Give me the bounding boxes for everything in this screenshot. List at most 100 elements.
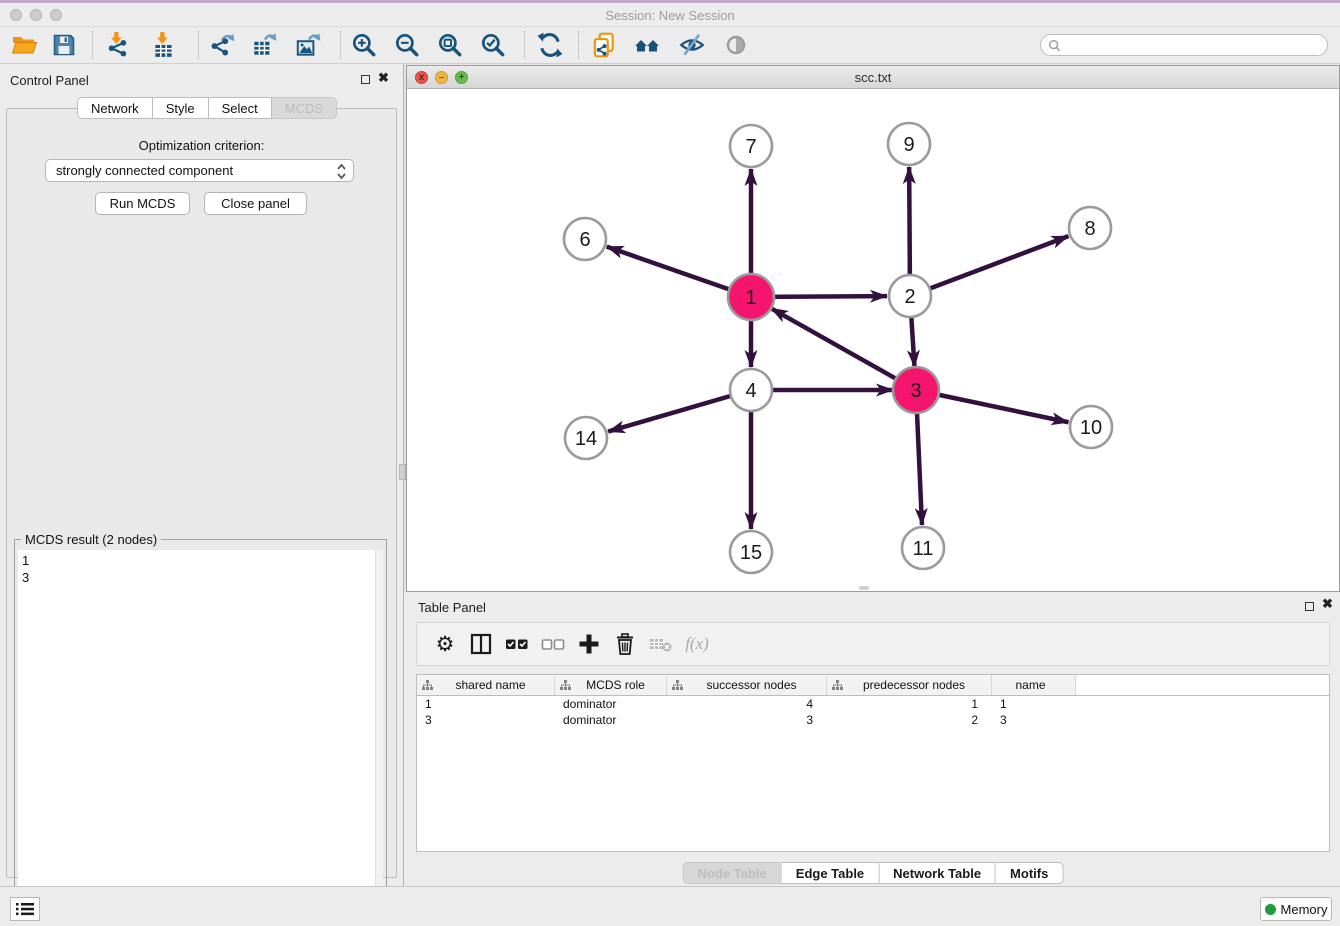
column-header-name[interactable]: name: [992, 675, 1076, 695]
zoom-fit-button[interactable]: [432, 30, 468, 60]
deselect-all-icon: [540, 632, 566, 656]
import-network-button[interactable]: [100, 30, 136, 60]
task-history-button[interactable]: [10, 897, 40, 921]
table-row[interactable]: 1 dominator 4 1 1: [417, 696, 1329, 712]
import-table-icon: [150, 31, 178, 59]
import-table-button[interactable]: [146, 30, 182, 60]
mcds-result-scrollbar[interactable]: [375, 550, 383, 919]
memory-button[interactable]: Memory: [1260, 897, 1332, 921]
memory-status-dot: [1265, 904, 1276, 915]
zoom-selected-button[interactable]: [475, 30, 511, 60]
export-network-icon: [208, 31, 236, 59]
select-all-button[interactable]: [499, 629, 535, 659]
zoom-in-button[interactable]: [346, 30, 382, 60]
fx-icon: f(x): [685, 634, 709, 654]
graph-node-label: 14: [575, 428, 597, 450]
add-column-button[interactable]: [571, 629, 607, 659]
column-header-successor-nodes[interactable]: successor nodes: [667, 675, 827, 695]
control-panel-title: Control Panel: [10, 73, 89, 88]
zoom-selected-icon: [479, 31, 507, 59]
zoom-fit-icon: [436, 31, 464, 59]
session-title: Session: New Session: [0, 8, 1340, 23]
table-settings-button[interactable]: ⚙: [427, 629, 463, 659]
tab-edge-table[interactable]: Edge Table: [782, 862, 879, 884]
eye-button[interactable]: [718, 30, 754, 60]
delete-table-button[interactable]: [643, 629, 679, 659]
graph-node-label: 9: [903, 134, 914, 156]
save-session-button[interactable]: [46, 30, 82, 60]
column-header-predecessor-nodes[interactable]: predecessor nodes: [827, 675, 992, 695]
criterion-dropdown[interactable]: strongly connected component: [45, 159, 354, 182]
export-table-button[interactable]: [246, 30, 282, 60]
graph-node-label: 7: [745, 136, 756, 158]
deselect-all-button[interactable]: [535, 629, 571, 659]
function-builder-button[interactable]: f(x): [679, 629, 715, 659]
network-window: x – + scc.txt 7968124314101511: [406, 65, 1340, 592]
control-panel-close-button[interactable]: ✖: [378, 70, 389, 86]
home-layout-icon: [633, 32, 663, 58]
mcds-result-list[interactable]: 1 3: [18, 550, 375, 919]
mcds-result-line: 3: [22, 569, 375, 586]
table-panel-float-button[interactable]: [1305, 602, 1314, 611]
graph-node-label: 2: [904, 286, 915, 308]
clone-network-button[interactable]: [586, 30, 622, 60]
network-title: scc.txt: [407, 70, 1339, 85]
tab-motifs[interactable]: Motifs: [996, 862, 1063, 884]
search-icon: [1048, 39, 1061, 52]
panel-splitter-handle[interactable]: [399, 464, 406, 480]
zoom-out-icon: [393, 31, 421, 59]
zoom-in-icon: [350, 31, 378, 59]
column-header-shared-name[interactable]: shared name: [417, 675, 555, 695]
open-session-button[interactable]: [6, 30, 42, 60]
gear-icon: ⚙: [436, 632, 455, 657]
delete-column-button[interactable]: [607, 629, 643, 659]
hierarchy-icon: [672, 680, 683, 691]
tab-style[interactable]: Style: [153, 97, 209, 119]
graph-node-label: 15: [740, 542, 762, 564]
window-resize-grip[interactable]: [859, 586, 869, 590]
tab-network-table[interactable]: Network Table: [879, 862, 996, 884]
graph-edge-3-1[interactable]: [771, 308, 916, 390]
node-table-header: shared name MCDS role successor nodes pr…: [417, 675, 1329, 696]
node-table: shared name MCDS role successor nodes pr…: [416, 674, 1330, 852]
toolbar-separator: [198, 31, 199, 59]
import-network-icon: [104, 31, 132, 59]
toolbar-separator: [578, 31, 579, 59]
tab-select[interactable]: Select: [209, 97, 272, 119]
export-image-button[interactable]: [290, 30, 326, 60]
hierarchy-icon: [560, 680, 571, 691]
toolbar-separator: [92, 31, 93, 59]
close-panel-button[interactable]: Close panel: [204, 192, 307, 215]
graph-edge-4-14[interactable]: [608, 390, 751, 432]
zoom-out-button[interactable]: [389, 30, 425, 60]
save-icon: [51, 32, 77, 58]
control-panel-tabs: Network Style Select MCDS: [77, 97, 337, 119]
delete-table-icon: [648, 632, 674, 656]
run-mcds-button[interactable]: Run MCDS: [95, 192, 190, 215]
column-header-mcds-role[interactable]: MCDS role: [555, 675, 667, 695]
tab-network[interactable]: Network: [77, 97, 153, 119]
graph-edge-2-8[interactable]: [910, 236, 1068, 296]
list-icon: [16, 902, 34, 916]
refresh-button[interactable]: [532, 30, 568, 60]
graph-node-label: 11: [913, 538, 934, 560]
main-toolbar: [0, 27, 1340, 64]
network-window-titlebar[interactable]: x – + scc.txt: [407, 66, 1339, 89]
show-columns-button[interactable]: [463, 629, 499, 659]
graph-node-label: 6: [579, 229, 590, 251]
export-network-button[interactable]: [204, 30, 240, 60]
trash-icon: [613, 632, 637, 656]
tab-node-table[interactable]: Node Table: [683, 862, 782, 884]
control-panel-float-button[interactable]: [361, 75, 370, 84]
clone-network-icon: [590, 31, 618, 59]
table-row[interactable]: 3 dominator 3 2 3: [417, 712, 1329, 728]
show-hide-graphics-button[interactable]: [674, 30, 710, 60]
table-panel-close-button[interactable]: ✖: [1322, 596, 1333, 612]
columns-icon: [469, 632, 493, 656]
search-input[interactable]: [1065, 38, 1327, 52]
apply-layout-button[interactable]: [630, 30, 666, 60]
search-field[interactable]: [1040, 34, 1328, 56]
eye-icon: [723, 32, 749, 58]
network-canvas[interactable]: 7968124314101511: [407, 89, 1339, 591]
tab-mcds[interactable]: MCDS: [272, 97, 337, 119]
